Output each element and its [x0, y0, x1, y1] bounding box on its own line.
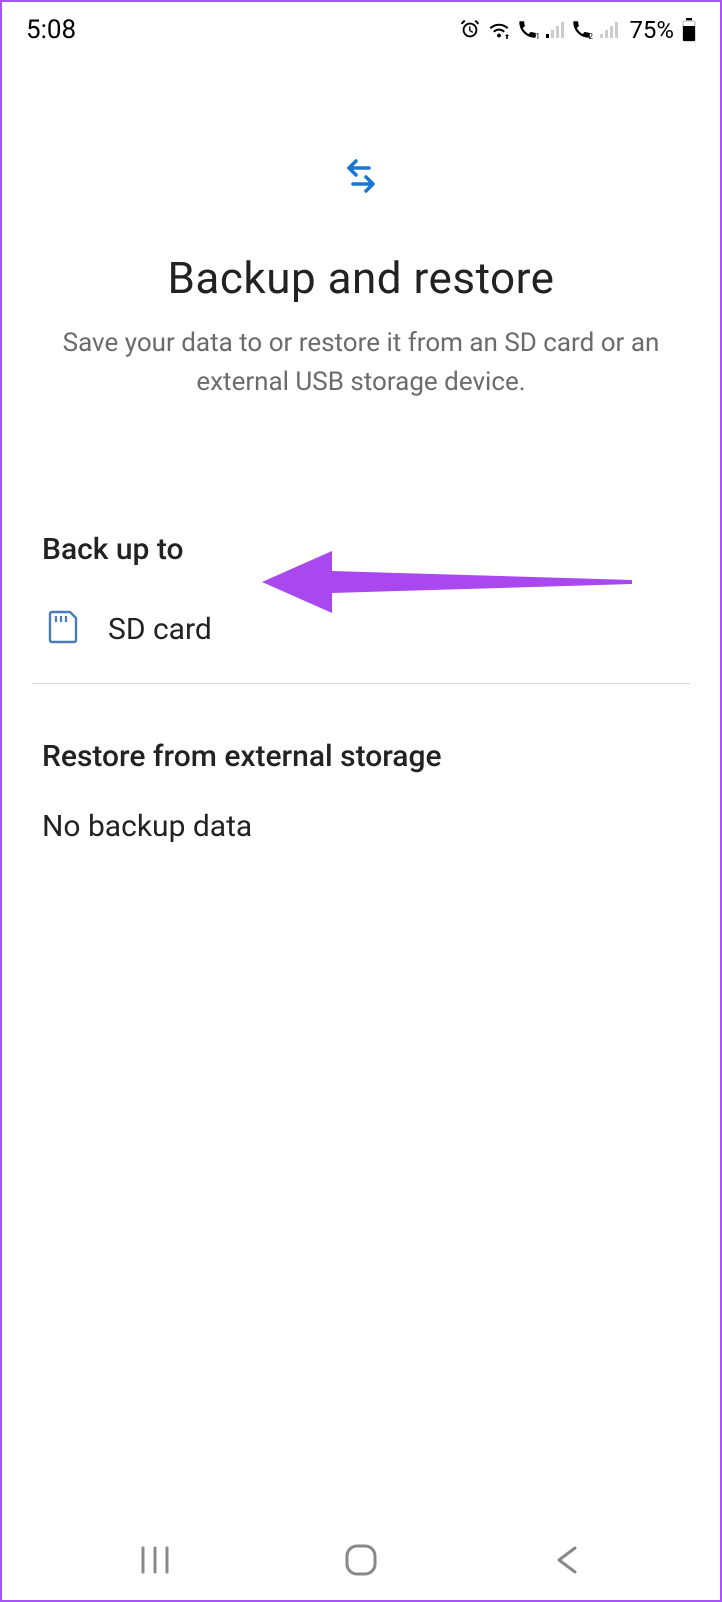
header-section: Backup and restore Save your data to or … [2, 54, 720, 442]
battery-icon [682, 18, 696, 42]
restore-section: Restore from external storage No backup … [2, 739, 720, 844]
home-button[interactable] [331, 1530, 391, 1590]
battery-percentage: 75% [629, 16, 674, 44]
alarm-icon [459, 19, 481, 41]
back-icon [553, 1544, 581, 1576]
wifi-icon [487, 19, 511, 41]
status-time: 5:08 [26, 15, 76, 45]
home-icon [344, 1543, 378, 1577]
svg-text:1: 1 [536, 32, 540, 41]
recents-button[interactable] [125, 1530, 185, 1590]
sd-card-item[interactable]: SD card [42, 602, 680, 683]
backup-section-title: Back up to [42, 532, 680, 567]
page-title: Backup and restore [42, 252, 680, 304]
restore-section-title: Restore from external storage [42, 739, 680, 774]
navigation-bar [2, 1520, 720, 1600]
call-2-icon: 2 [571, 19, 593, 41]
recents-icon [139, 1546, 171, 1574]
back-button[interactable] [537, 1530, 597, 1590]
transfer-arrows-icon [339, 154, 383, 202]
page-subtitle: Save your data to or restore it from an … [42, 324, 680, 402]
call-1-icon: 1 [517, 19, 539, 41]
signal-1-icon [545, 20, 565, 40]
status-icons: 1 2 75% [459, 16, 696, 44]
sd-card-label: SD card [108, 612, 212, 647]
signal-2-icon [599, 20, 619, 40]
svg-text:2: 2 [589, 32, 594, 41]
divider [32, 683, 690, 684]
sd-card-icon [48, 610, 78, 648]
backup-section: Back up to SD card [2, 532, 720, 683]
no-backup-text: No backup data [42, 809, 680, 844]
status-bar: 5:08 1 2 [2, 2, 720, 54]
